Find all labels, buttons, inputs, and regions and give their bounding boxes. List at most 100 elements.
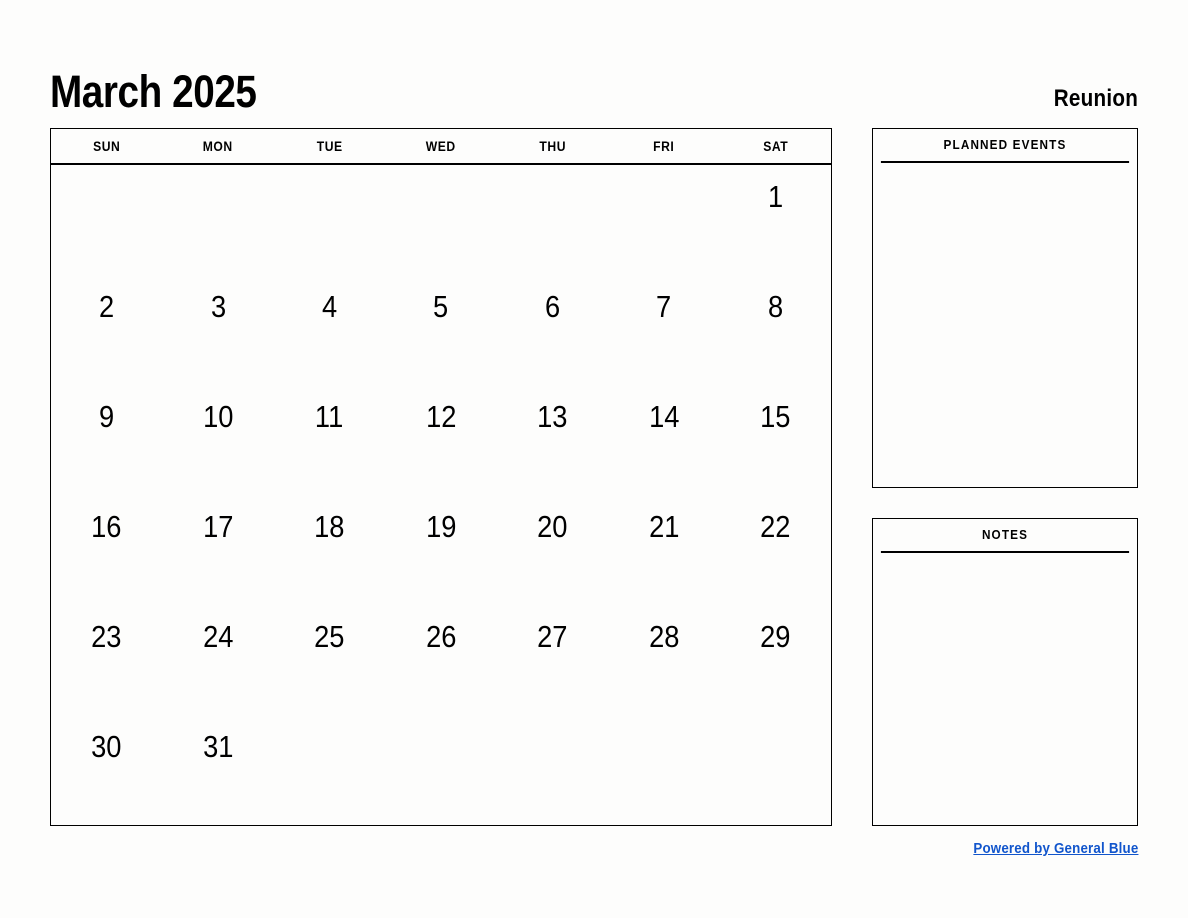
- day-number: 19: [425, 509, 457, 544]
- day-number: 26: [425, 619, 457, 654]
- day-number: 3: [210, 289, 226, 324]
- page-footer: Powered by General Blue: [872, 840, 1138, 858]
- day-cell[interactable]: 5: [385, 275, 496, 385]
- day-number: 24: [202, 619, 234, 654]
- page-header: March 2025 Reunion: [50, 52, 1138, 114]
- day-number: 31: [202, 729, 234, 764]
- weekday-header-fri: FRI: [653, 138, 675, 154]
- day-cell[interactable]: 3: [162, 275, 273, 385]
- day-number: 4: [321, 289, 338, 324]
- calendar-page: March 2025 Reunion SUN MON TUE WED THU F…: [0, 0, 1188, 918]
- day-number: 20: [537, 509, 568, 544]
- day-number: 18: [314, 509, 345, 544]
- planned-events-panel: PLANNED EVENTS: [872, 128, 1138, 488]
- day-cell[interactable]: [385, 715, 496, 825]
- day-cell[interactable]: 26: [385, 605, 496, 715]
- day-cell[interactable]: 18: [274, 495, 385, 605]
- powered-by-link[interactable]: Powered by General Blue: [973, 841, 1138, 857]
- day-cell[interactable]: 20: [497, 495, 608, 605]
- weekday-header-wed: WED: [425, 138, 456, 154]
- region-label: Reunion: [1053, 85, 1138, 112]
- calendar-week-row: 1: [51, 165, 831, 275]
- notes-writing-area[interactable]: [873, 553, 1137, 825]
- day-cell[interactable]: 23: [51, 605, 162, 715]
- day-number: 15: [760, 399, 791, 434]
- day-cell[interactable]: 21: [608, 495, 719, 605]
- day-cell[interactable]: 8: [720, 275, 831, 385]
- day-cell[interactable]: [385, 165, 496, 275]
- day-number: 16: [91, 509, 122, 544]
- day-cell[interactable]: 27: [497, 605, 608, 715]
- day-cell[interactable]: 25: [274, 605, 385, 715]
- day-number: 10: [202, 399, 234, 434]
- day-number: 1: [767, 179, 783, 214]
- day-cell[interactable]: 30: [51, 715, 162, 825]
- day-number: 29: [760, 619, 791, 654]
- calendar-week-row: 16 17 18 19 20 21 22: [51, 495, 831, 605]
- day-cell[interactable]: 31: [162, 715, 273, 825]
- calendar-week-row: 2 3 4 5 6 7 8: [51, 275, 831, 385]
- day-cell[interactable]: [51, 165, 162, 275]
- day-cell[interactable]: 14: [608, 385, 719, 495]
- day-number: 9: [99, 399, 115, 434]
- day-number: 17: [202, 509, 234, 544]
- day-cell[interactable]: 1: [720, 165, 831, 275]
- weekday-header-tue: TUE: [316, 138, 343, 154]
- day-cell[interactable]: [274, 715, 385, 825]
- day-cell[interactable]: [497, 165, 608, 275]
- day-number: 25: [314, 619, 345, 654]
- day-cell[interactable]: 19: [385, 495, 496, 605]
- day-cell[interactable]: 10: [162, 385, 273, 495]
- calendar-grid: SUN MON TUE WED THU FRI SAT 1 2 3 4 5 6 …: [50, 128, 832, 826]
- weekday-header-row: SUN MON TUE WED THU FRI SAT: [51, 129, 831, 165]
- day-number: 21: [648, 509, 679, 544]
- notes-title: NOTES: [880, 519, 1130, 553]
- day-cell[interactable]: [274, 165, 385, 275]
- day-number: 28: [648, 619, 679, 654]
- day-cell[interactable]: 22: [720, 495, 831, 605]
- notes-panel: NOTES: [872, 518, 1138, 826]
- weekday-header-sat: SAT: [762, 138, 788, 154]
- day-number: 5: [433, 289, 449, 324]
- day-cell[interactable]: 15: [720, 385, 831, 495]
- day-cell[interactable]: 17: [162, 495, 273, 605]
- day-cell[interactable]: 13: [497, 385, 608, 495]
- page-title: March 2025: [50, 66, 257, 117]
- day-cell[interactable]: 24: [162, 605, 273, 715]
- day-cell[interactable]: 28: [608, 605, 719, 715]
- day-cell[interactable]: [720, 715, 831, 825]
- calendar-week-row: 23 24 25 26 27 28 29: [51, 605, 831, 715]
- day-number: 12: [425, 399, 457, 434]
- day-cell[interactable]: [162, 165, 273, 275]
- day-number: 13: [537, 399, 568, 434]
- planned-events-writing-area[interactable]: [873, 163, 1137, 487]
- day-number: 2: [99, 289, 115, 324]
- day-number: 30: [91, 729, 122, 764]
- day-cell[interactable]: 2: [51, 275, 162, 385]
- day-number: 8: [767, 289, 783, 324]
- weekday-header-thu: THU: [539, 138, 566, 154]
- calendar-week-row: 30 31: [51, 715, 831, 825]
- day-cell[interactable]: 12: [385, 385, 496, 495]
- weekday-header-mon: MON: [203, 138, 234, 154]
- day-number: 22: [760, 509, 791, 544]
- day-cell[interactable]: [497, 715, 608, 825]
- day-number: 27: [537, 619, 568, 654]
- day-cell[interactable]: 29: [720, 605, 831, 715]
- day-number: 14: [648, 399, 679, 434]
- calendar-week-row: 9 10 11 12 13 14 15: [51, 385, 831, 495]
- day-number: 11: [315, 399, 344, 434]
- day-number: 23: [91, 619, 122, 654]
- day-number: 6: [544, 289, 560, 324]
- day-cell[interactable]: 7: [608, 275, 719, 385]
- calendar-weeks: 1 2 3 4 5 6 7 8 9 10 11 12 13 14 15 16 1…: [51, 165, 831, 825]
- day-number: 7: [656, 289, 672, 324]
- day-cell[interactable]: [608, 715, 719, 825]
- day-cell[interactable]: 11: [274, 385, 385, 495]
- day-cell[interactable]: 6: [497, 275, 608, 385]
- planned-events-title: PLANNED EVENTS: [880, 129, 1130, 163]
- day-cell[interactable]: 4: [274, 275, 385, 385]
- day-cell[interactable]: 16: [51, 495, 162, 605]
- day-cell[interactable]: [608, 165, 719, 275]
- day-cell[interactable]: 9: [51, 385, 162, 495]
